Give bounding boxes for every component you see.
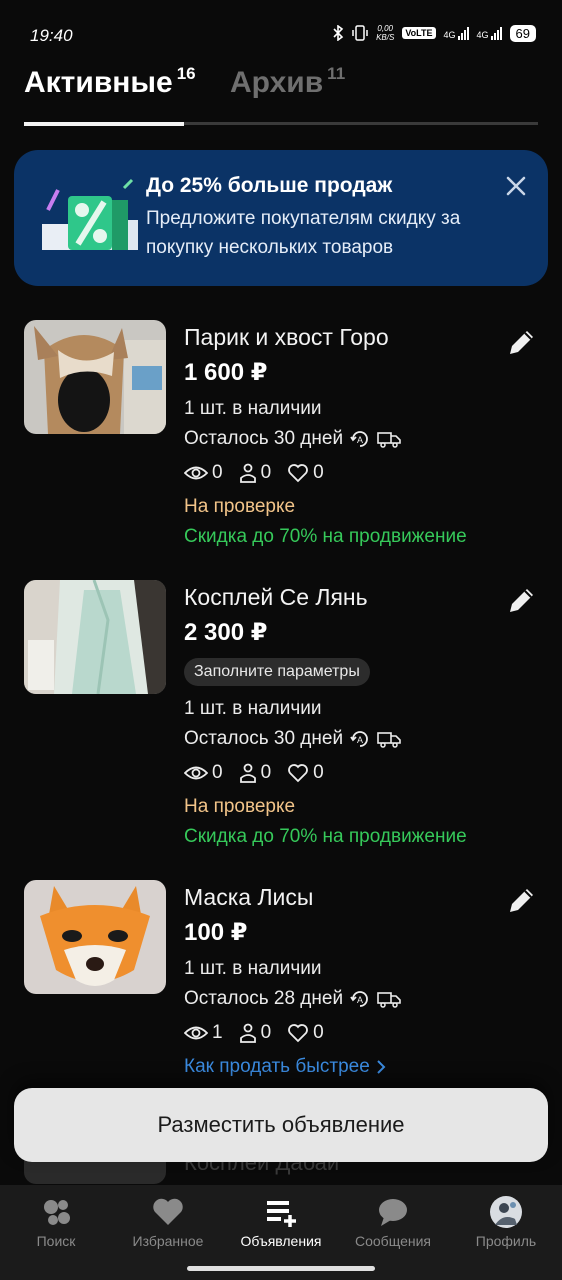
- delivery-truck-icon: [377, 992, 401, 1008]
- nav-listings[interactable]: Объявления: [225, 1195, 337, 1249]
- edit-pencil-icon[interactable]: [506, 326, 538, 358]
- tab-active-count: 16: [176, 64, 196, 83]
- listing-title[interactable]: Маска Лисы: [184, 884, 313, 911]
- views-count: 0: [212, 762, 223, 783]
- delivery-truck-icon: [377, 432, 401, 448]
- views-count: 1: [212, 1022, 223, 1043]
- search-dots-icon: [44, 1200, 70, 1225]
- nav-search[interactable]: Поиск: [0, 1195, 112, 1249]
- person-icon: [239, 1023, 256, 1043]
- heart-outline-icon: [288, 1024, 309, 1043]
- favorites-count: 0: [313, 1022, 324, 1043]
- post-listing-button[interactable]: Разместить объявление: [14, 1088, 548, 1162]
- heart-icon: [153, 1198, 183, 1225]
- nav-profile[interactable]: Профиль: [450, 1195, 562, 1249]
- avatar: [490, 1196, 522, 1228]
- status-time: 19:40: [30, 26, 73, 45]
- chat-bubble-icon: [379, 1199, 407, 1226]
- tab-active-label: Активные: [24, 66, 173, 99]
- partial-listing-thumbnail: [24, 1160, 166, 1184]
- contacts-count: 0: [260, 762, 272, 783]
- fill-parameters-chip[interactable]: Заполните параметры: [184, 658, 370, 686]
- listing-promo-link[interactable]: Скидка до 70% на продвижение: [184, 826, 467, 848]
- listings-add-icon: [267, 1201, 296, 1227]
- bluetooth-icon: [333, 25, 344, 41]
- sell-faster-link[interactable]: Как продать быстрее: [184, 1056, 386, 1078]
- signal-sim1: 4G: [444, 26, 469, 40]
- contacts-count: 0: [260, 462, 272, 483]
- listing-stock: 1 шт. в наличии: [184, 698, 322, 719]
- listing-thumbnail[interactable]: [24, 580, 166, 694]
- tab-active[interactable]: Активные 16: [24, 64, 196, 100]
- listing-thumbnail[interactable]: [24, 320, 166, 434]
- percent-discount-icon: [42, 178, 138, 250]
- eye-icon: [184, 466, 208, 480]
- auto-renew-icon: A: [350, 431, 368, 447]
- favorites-count: 0: [313, 762, 324, 783]
- listing-photo: [24, 580, 166, 694]
- listing-status: На проверке: [184, 796, 296, 817]
- listing-status: На проверке: [184, 496, 296, 517]
- tab-archive-label: Архив: [230, 66, 324, 99]
- tab-archive-count: 11: [327, 64, 346, 83]
- heart-outline-icon: [288, 464, 309, 483]
- listing-price: 100 ₽: [184, 919, 248, 946]
- listing-title[interactable]: Косплей Се Лянь: [184, 584, 368, 611]
- favorites-count: 0: [313, 462, 324, 483]
- eye-icon: [184, 1026, 208, 1040]
- edit-pencil-icon[interactable]: [506, 584, 538, 616]
- listing-thumbnail[interactable]: [24, 880, 166, 994]
- listing-stats: 0 0 0: [184, 762, 324, 784]
- listing-promo-link[interactable]: Скидка до 70% на продвижение: [184, 526, 467, 548]
- contacts-count: 0: [260, 1022, 272, 1043]
- listing-photo: [24, 880, 166, 994]
- listing-photo: [24, 320, 166, 434]
- svg-text:A: A: [357, 435, 363, 445]
- listing-price: 1 600 ₽: [184, 359, 268, 386]
- net-speed: 0,00 KB/S: [376, 24, 395, 42]
- person-icon: [239, 763, 256, 783]
- auto-renew-icon: A: [350, 991, 368, 1007]
- tab-archive[interactable]: Архив 11: [230, 64, 346, 100]
- edit-pencil-icon[interactable]: [506, 884, 538, 916]
- delivery-truck-icon: [377, 732, 401, 748]
- tab-indicator: [24, 122, 184, 126]
- views-count: 0: [212, 462, 223, 483]
- nav-favorites[interactable]: Избранное: [112, 1195, 224, 1249]
- listing-stats: 1 0 0: [184, 1022, 324, 1044]
- battery-indicator: 69: [509, 24, 536, 42]
- listing-tabs: Активные 16 Архив 11: [24, 64, 538, 126]
- banner-title: До 25% больше продаж: [146, 174, 393, 197]
- signal-sim2: 4G: [477, 26, 502, 40]
- svg-text:A: A: [357, 735, 363, 745]
- listing-days-left: Осталось 30 дней A: [184, 428, 401, 450]
- volte-badge: VoLTE: [402, 27, 436, 39]
- home-indicator: [187, 1266, 375, 1271]
- heart-outline-icon: [288, 764, 309, 783]
- svg-text:A: A: [357, 995, 363, 1005]
- vibrate-icon: [352, 25, 368, 41]
- listing-stats: 0 0 0: [184, 462, 324, 484]
- listing-days-left: Осталось 30 дней A: [184, 728, 401, 750]
- listing-title[interactable]: Парик и хвост Горо: [184, 324, 389, 351]
- promo-banner[interactable]: До 25% больше продаж Предложите покупате…: [14, 150, 548, 286]
- banner-text: Предложите покупателям скидку за покупку…: [146, 208, 461, 258]
- person-icon: [239, 463, 256, 483]
- listing-stock: 1 шт. в наличии: [184, 958, 322, 979]
- eye-icon: [184, 766, 208, 780]
- listing-days-left: Осталось 28 дней A: [184, 988, 401, 1010]
- status-bar: 19:40 0,00 KB/S VoLTE 4G 4G 69: [0, 0, 562, 70]
- close-icon[interactable]: [502, 172, 530, 200]
- auto-renew-icon: A: [350, 731, 368, 747]
- listing-stock: 1 шт. в наличии: [184, 398, 322, 419]
- chevron-right-icon: [377, 1060, 386, 1074]
- status-icons: 0,00 KB/S VoLTE 4G 4G 69: [332, 24, 536, 42]
- listing-price: 2 300 ₽: [184, 619, 268, 646]
- nav-messages[interactable]: Сообщения: [337, 1195, 449, 1249]
- tab-underline: [24, 122, 538, 126]
